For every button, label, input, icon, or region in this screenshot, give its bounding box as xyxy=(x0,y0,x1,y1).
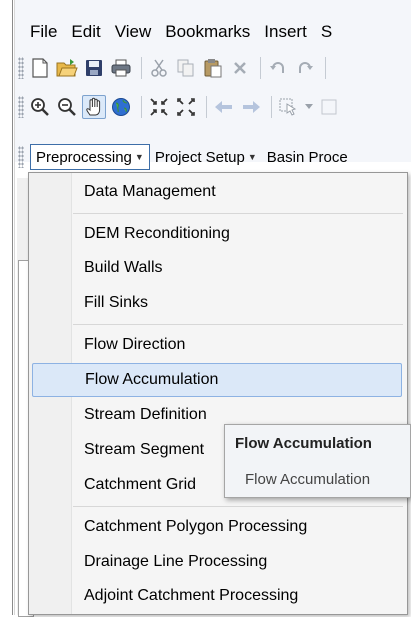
menu-item-fill-sinks[interactable]: Fill Sinks xyxy=(32,286,402,320)
redo-icon[interactable] xyxy=(293,56,317,80)
menu-bookmarks[interactable]: Bookmarks xyxy=(165,22,250,42)
preprocessing-menu-button[interactable]: Preprocessing ▼ xyxy=(30,144,150,170)
menu-item-label: DEM Reconditioning xyxy=(84,225,230,242)
basin-processing-menu-button[interactable]: Basin Proce xyxy=(262,144,353,170)
save-icon[interactable] xyxy=(82,56,106,80)
menu-item-label: Flow Direction xyxy=(84,336,186,353)
copy-icon[interactable] xyxy=(174,56,198,80)
menu-insert[interactable]: Insert xyxy=(264,22,307,42)
toolbar-separator xyxy=(325,57,326,79)
menu-separator xyxy=(73,213,403,214)
menu-item-label: Flow Accumulation xyxy=(85,371,219,388)
open-folder-icon[interactable] xyxy=(55,56,79,80)
menu-item-drainage-line-processing[interactable]: Drainage Line Processing xyxy=(32,545,402,579)
menu-item-label: Fill Sinks xyxy=(84,294,149,311)
preprocessing-label: Preprocessing xyxy=(36,148,132,166)
basin-processing-label: Basin Proce xyxy=(266,148,348,166)
menu-item-label: Stream Definition xyxy=(84,406,207,423)
tooltip: Flow Accumulation Flow Accumulation xyxy=(224,424,411,498)
delete-icon[interactable] xyxy=(228,56,252,80)
menu-separator xyxy=(73,506,403,507)
menu-item-data-management[interactable]: Data Management xyxy=(32,175,402,209)
project-setup-label: Project Setup xyxy=(154,148,245,166)
back-arrow-icon[interactable] xyxy=(212,95,236,119)
menu-item-label: Catchment Grid xyxy=(84,476,197,493)
cut-icon[interactable] xyxy=(147,56,171,80)
window-border xyxy=(12,0,13,615)
print-icon[interactable] xyxy=(109,56,133,80)
toolbar-separator xyxy=(141,57,142,79)
menu-bar: File Edit View Bookmarks Insert S xyxy=(15,18,411,46)
preprocessing-dropdown-menu: Data Management DEM Reconditioning Build… xyxy=(28,172,408,615)
toolbar-separator xyxy=(141,96,142,118)
zoom-in-icon[interactable] xyxy=(28,95,52,119)
menu-item-dem-reconditioning[interactable]: DEM Reconditioning xyxy=(32,217,402,251)
menu-file[interactable]: File xyxy=(30,22,57,42)
menu-view[interactable]: View xyxy=(115,22,152,42)
menu-item-label: Catchment Polygon Processing xyxy=(84,518,308,535)
toolbar-separator xyxy=(271,96,272,118)
menu-separator xyxy=(73,324,403,325)
zoom-out-icon[interactable] xyxy=(55,95,79,119)
menu-truncated[interactable]: S xyxy=(321,22,332,42)
menu-item-adjoint-catchment-processing[interactable]: Adjoint Catchment Processing xyxy=(32,579,402,613)
menu-item-catchment-polygon-processing[interactable]: Catchment Polygon Processing xyxy=(32,510,402,544)
full-extent-globe-icon[interactable] xyxy=(109,95,133,119)
project-setup-menu-button[interactable]: Project Setup ▼ xyxy=(150,144,262,170)
tooltip-title: Flow Accumulation xyxy=(235,435,372,452)
menu-item-build-walls[interactable]: Build Walls xyxy=(32,251,402,285)
chevron-down-icon: ▼ xyxy=(134,152,144,162)
standard-toolbar xyxy=(15,50,411,86)
menu-item-label: Drainage Line Processing xyxy=(84,553,268,570)
archydro-toolbar: Preprocessing ▼ Project Setup ▼ Basin Pr… xyxy=(15,141,411,173)
select-features-icon[interactable] xyxy=(277,95,301,119)
undo-icon[interactable] xyxy=(266,56,290,80)
paste-icon[interactable] xyxy=(201,56,225,80)
menu-item-flow-accumulation[interactable]: Flow Accumulation xyxy=(32,363,402,397)
tools-toolbar xyxy=(15,89,411,125)
clear-selection-icon[interactable] xyxy=(317,95,341,119)
menu-item-label: Build Walls xyxy=(84,259,163,276)
tooltip-body: Flow Accumulation xyxy=(245,471,371,488)
toolbar-separator xyxy=(206,96,207,118)
fixed-zoom-out-icon[interactable] xyxy=(174,95,198,119)
pan-hand-icon[interactable] xyxy=(82,95,106,119)
menu-item-label: Adjoint Catchment Processing xyxy=(84,587,299,604)
toolbar-grip[interactable] xyxy=(18,146,24,168)
forward-arrow-icon[interactable] xyxy=(239,95,263,119)
menu-item-label: Data Management xyxy=(84,183,216,200)
fixed-zoom-in-icon[interactable] xyxy=(147,95,171,119)
menu-item-label: Stream Segment xyxy=(84,441,205,458)
menu-edit[interactable]: Edit xyxy=(71,22,100,42)
toolbar-grip[interactable] xyxy=(18,57,24,79)
toolbar-grip[interactable] xyxy=(18,96,24,118)
toolbar-separator xyxy=(260,57,261,79)
menu-item-flow-direction[interactable]: Flow Direction xyxy=(32,328,402,362)
chevron-down-icon: ▼ xyxy=(247,152,257,162)
dropdown-chevron-icon[interactable] xyxy=(304,95,314,119)
new-document-icon[interactable] xyxy=(28,56,52,80)
